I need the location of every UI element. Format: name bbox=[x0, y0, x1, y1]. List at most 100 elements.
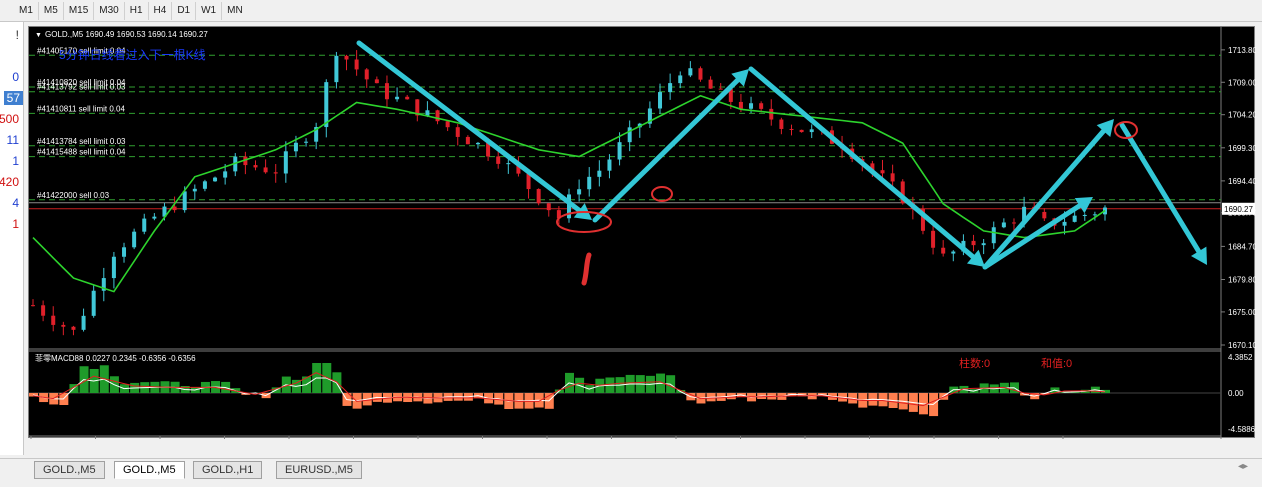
candle-body bbox=[223, 171, 228, 178]
candle-body bbox=[577, 189, 582, 195]
candle-body bbox=[324, 82, 329, 128]
candle-body bbox=[546, 203, 551, 211]
chart-tab[interactable]: GOLD.,M5 bbox=[114, 461, 185, 479]
tab-scroll-icon[interactable]: ◂▸ bbox=[1238, 461, 1252, 473]
candle-body bbox=[71, 326, 76, 330]
left-panel-value: 57 bbox=[3, 91, 23, 105]
timeframe-button-m15[interactable]: M15 bbox=[62, 1, 93, 20]
left-panel-value: 1 bbox=[12, 217, 19, 231]
red-marker-stroke bbox=[581, 252, 592, 286]
macd-header: 菲零MACD88 0.0227 0.2345 -0.6356 -0.6356 bbox=[35, 353, 196, 363]
timeframe-button-m5[interactable]: M5 bbox=[37, 1, 63, 20]
order-label: #41413784 sell limit 0.03 bbox=[37, 137, 126, 146]
candle-body bbox=[172, 206, 177, 211]
candle-body bbox=[1062, 221, 1067, 226]
trend-arrow-shaft[interactable] bbox=[748, 66, 976, 260]
left-panel-value: 500 bbox=[0, 112, 19, 126]
timeframe-button-m1[interactable]: M1 bbox=[14, 2, 38, 20]
candle-body bbox=[81, 315, 86, 330]
symbol-header: GOLD.,M5 1690.49 1690.53 1690.14 1690.27 bbox=[45, 30, 208, 39]
candle-body bbox=[344, 55, 349, 60]
candle-body bbox=[617, 142, 622, 160]
candle-body bbox=[435, 110, 440, 122]
candle-body bbox=[658, 92, 663, 109]
candle-body bbox=[951, 251, 956, 254]
candle-body bbox=[384, 83, 389, 100]
trend-arrow-shaft[interactable] bbox=[356, 40, 582, 213]
candle-body bbox=[304, 141, 309, 143]
candle-body bbox=[395, 96, 400, 100]
candle-body bbox=[1082, 214, 1087, 216]
candle-body bbox=[293, 142, 298, 152]
candle-body bbox=[1001, 222, 1006, 228]
timeframe-button-w1[interactable]: W1 bbox=[195, 1, 221, 20]
trend-arrow-shaft[interactable] bbox=[592, 77, 741, 223]
candle-body bbox=[425, 110, 430, 116]
timeframe-toolbar: M1 M5 M15 M30 H1 H4 D1 W1 MN bbox=[0, 0, 1262, 22]
candle-body bbox=[536, 189, 541, 204]
candle-body bbox=[607, 159, 612, 171]
candle-body bbox=[182, 191, 187, 211]
order-label: #41422000 sell 0.03 bbox=[37, 191, 110, 200]
candle-body bbox=[465, 136, 470, 145]
candle-body bbox=[405, 96, 410, 100]
price-tick-label: 1713.80 bbox=[1228, 46, 1256, 55]
candle-body bbox=[1072, 215, 1077, 222]
left-panel-value: 4 bbox=[12, 196, 19, 210]
candle-body bbox=[1092, 214, 1097, 216]
candle-body bbox=[981, 243, 986, 246]
macd-sum-label: 和值:0 bbox=[1041, 357, 1072, 370]
candle-body bbox=[668, 83, 673, 93]
dropdown-icon[interactable]: ▼ bbox=[35, 32, 42, 39]
candle-body bbox=[749, 103, 754, 109]
candle-body bbox=[971, 240, 976, 246]
candle-body bbox=[506, 163, 511, 165]
timeframe-button-m30[interactable]: M30 bbox=[93, 1, 123, 20]
highlight-circle[interactable] bbox=[651, 186, 673, 202]
trend-arrow-shaft[interactable] bbox=[1119, 122, 1202, 254]
left-panel-value: 420 bbox=[0, 175, 19, 189]
candle-body bbox=[809, 129, 814, 133]
candle-body bbox=[496, 156, 501, 164]
candle-body bbox=[91, 290, 96, 316]
timeframe-button-d1[interactable]: D1 bbox=[171, 1, 195, 20]
timeframe-button-mn[interactable]: MN bbox=[221, 1, 248, 20]
candle-body bbox=[789, 128, 794, 130]
chart-svg[interactable]: #41405170 sell limit 0.04#41410820 sell … bbox=[29, 27, 1257, 448]
order-label: #41415488 sell limit 0.04 bbox=[37, 148, 126, 157]
candle-body bbox=[931, 230, 936, 248]
candle-body bbox=[779, 119, 784, 129]
chart-tabs: GOLD.,M5 GOLD.,M5 GOLD.,H1 EURUSD.,M5 bbox=[0, 458, 1262, 487]
price-tick-label: 1699.30 bbox=[1228, 144, 1256, 153]
macd-tick-label: 4.3852 bbox=[1228, 353, 1253, 362]
candle-body bbox=[1042, 211, 1047, 219]
candle-body bbox=[253, 165, 258, 168]
price-tick-label: 1704.20 bbox=[1228, 111, 1256, 120]
timeframe-button-h1[interactable]: H1 bbox=[123, 1, 148, 20]
candle-body bbox=[192, 188, 197, 192]
price-tick-label: 1675.00 bbox=[1228, 308, 1256, 317]
order-label: #41413792 sell limit 0.03 bbox=[37, 83, 126, 92]
chart-window[interactable]: #41405170 sell limit 0.04 #41410820 sell … bbox=[28, 26, 1257, 448]
candle-body bbox=[132, 231, 137, 248]
candle-body bbox=[880, 170, 885, 174]
candle-body bbox=[587, 176, 592, 190]
candle-body bbox=[41, 305, 46, 316]
candle-body bbox=[263, 167, 268, 173]
candle-body bbox=[759, 103, 764, 109]
timeframe-button-h4[interactable]: H4 bbox=[147, 1, 172, 20]
chart-tab[interactable]: GOLD.,H1 bbox=[193, 461, 263, 479]
current-price-label: 1690.27 bbox=[1224, 205, 1253, 214]
candle-body bbox=[213, 177, 218, 182]
chart-tab[interactable]: GOLD.,M5 bbox=[34, 461, 105, 479]
chart-tab[interactable]: EURUSD.,M5 bbox=[276, 461, 362, 479]
candle-body bbox=[890, 173, 895, 182]
candle-body bbox=[1011, 222, 1016, 224]
macd-tick-label: -4.5886 bbox=[1228, 425, 1256, 434]
candle-body bbox=[202, 181, 207, 189]
price-tick-label: 1670.10 bbox=[1228, 341, 1256, 350]
left-panel-value: 1 bbox=[12, 154, 19, 168]
candle-body bbox=[142, 218, 147, 232]
price-tick-label: 1684.70 bbox=[1228, 242, 1256, 251]
candle-body bbox=[708, 79, 713, 89]
